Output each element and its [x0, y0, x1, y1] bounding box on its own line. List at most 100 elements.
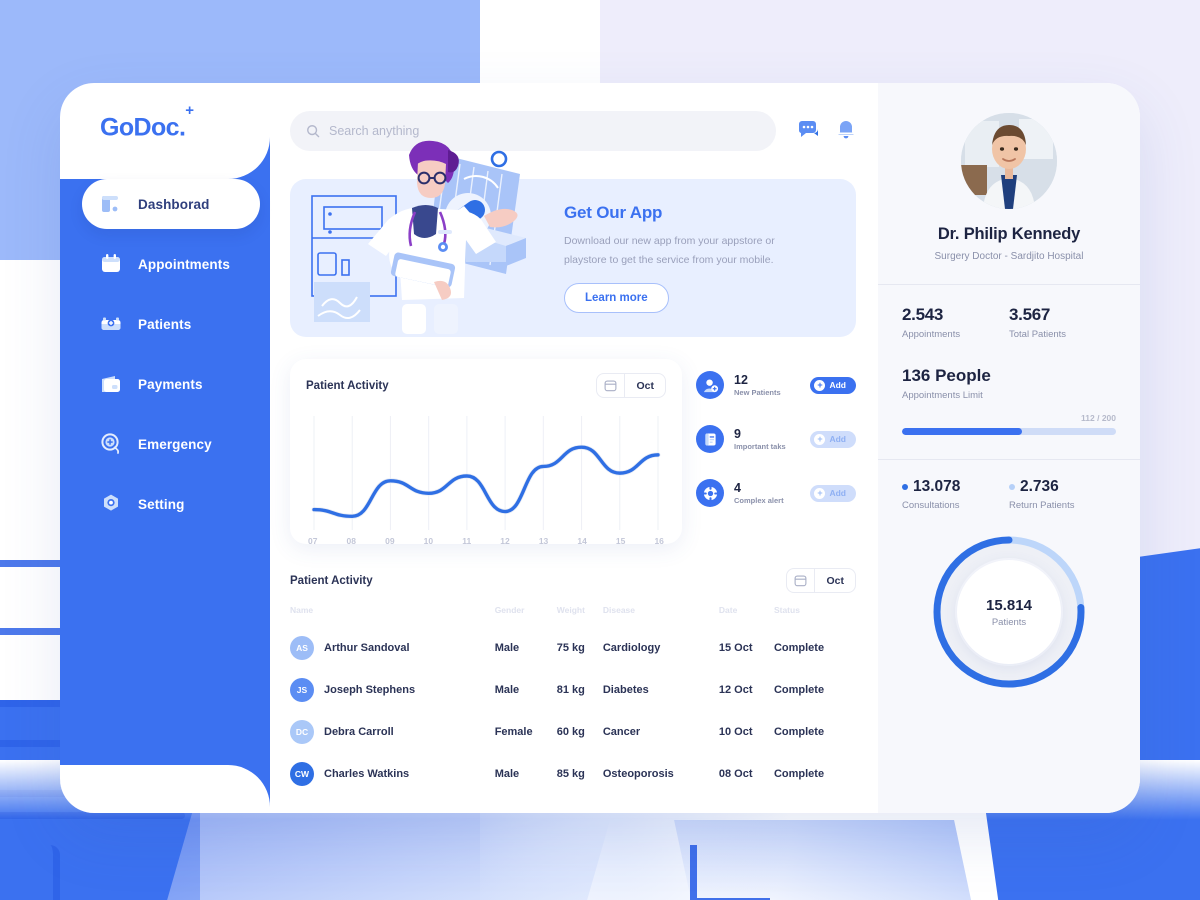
calendar-icon: [795, 575, 807, 587]
dot-stat-label: Return Patients: [1009, 500, 1075, 511]
quick-stat-label: Important taks: [734, 442, 786, 452]
stat-value: 3.567: [1009, 305, 1051, 324]
table-cell-status: Complete: [773, 768, 825, 780]
calendar-icon-button[interactable]: [787, 569, 816, 592]
patient-name-cell: JS Joseph Stephens: [290, 678, 495, 702]
sidebar-item-label: Setting: [138, 496, 185, 512]
add-task-button[interactable]: + Add: [810, 430, 856, 448]
limit-ratio: 112 / 200: [1081, 413, 1116, 423]
table-row[interactable]: CW Charles Watkins Male 85 kg Osteoporosis 08…: [290, 753, 856, 795]
learn-more-button[interactable]: Learn more: [564, 282, 669, 313]
plus-icon: +: [814, 433, 826, 445]
dot-stat-number: 2.736: [1020, 478, 1059, 495]
add-new-patient-button[interactable]: + Add: [810, 376, 856, 394]
divider: [878, 459, 1140, 460]
table-header-row: Name Gender Weight Disease Date Status: [290, 605, 856, 627]
logo-plus-icon: +: [185, 101, 194, 119]
plus-icon: +: [814, 487, 826, 499]
chat-icon[interactable]: [798, 121, 820, 141]
chart-x-tick: 08: [346, 536, 357, 546]
patients-icon: [101, 317, 121, 330]
table-head: Name Gender Weight Disease Date Status: [290, 605, 856, 627]
patient-name: Arthur Sandoval: [324, 642, 410, 654]
table-column-header: Weight: [556, 605, 585, 615]
sidebar-item-label: Dashborad: [138, 196, 210, 212]
patient-table: Name Gender Weight Disease Date Status AS Arth…: [290, 605, 856, 795]
dot-stat-label: Consultations: [902, 500, 960, 511]
table-month-label[interactable]: Oct: [815, 575, 855, 587]
quick-stat-complex-alert: 4 Complex alert + Add: [696, 479, 856, 507]
stat-label: Appointments: [902, 329, 961, 340]
logo-text: GoDoc.: [100, 113, 186, 142]
patient-avatar: DC: [290, 720, 314, 744]
sidebar-item-setting[interactable]: Setting: [82, 479, 270, 529]
sidebar-item-patients[interactable]: Patients: [82, 299, 270, 349]
table-cell-date: 08 Oct: [718, 768, 753, 780]
table-row[interactable]: DC Debra Carroll Female 60 kg Cancer 10 Oct Co…: [290, 711, 856, 753]
sidebar-item-label: Patients: [138, 316, 192, 332]
chart-card-header: Patient Activity Oct: [306, 373, 666, 398]
table-column-header: Name: [290, 605, 314, 615]
table-month-selector[interactable]: Oct: [786, 568, 856, 593]
add-alert-button[interactable]: + Add: [810, 484, 856, 502]
table-cell-gender: Male: [494, 642, 520, 654]
table-cell-disease: Cancer: [602, 726, 641, 738]
stat-total-patients: 3.567 Total Patients: [1009, 305, 1116, 340]
sidebar: Dashborad Appointments Patients Payments…: [60, 83, 270, 813]
plus-icon: +: [814, 379, 826, 391]
dashboard-window: Dashborad Appointments Patients Payments…: [60, 83, 1140, 813]
table-cell-weight: 85 kg: [556, 768, 585, 780]
doctor-role: Surgery Doctor - Sardjito Hospital: [934, 251, 1084, 262]
banner-title: Get Our App: [564, 203, 663, 223]
table-cell-status: Complete: [773, 642, 825, 654]
sidebar-item-dashboard[interactable]: Dashborad: [82, 179, 260, 229]
donut-value: 15.814: [986, 596, 1032, 614]
quick-stat-number: 4: [734, 480, 741, 495]
sidebar-item-payments[interactable]: Payments: [82, 359, 270, 409]
table-row[interactable]: JS Joseph Stephens Male 81 kg Diabetes 12 Oct…: [290, 669, 856, 711]
table-column-header: Gender: [494, 605, 525, 615]
quick-stats-list: 12 New Patients + Add 9 Important taks +…: [696, 359, 856, 544]
sidebar-item-emergency[interactable]: Emergency: [82, 419, 270, 469]
table-cell-date: 12 Oct: [718, 684, 753, 696]
doctor-profile: Dr. Philip Kennedy Surgery Doctor - Sard…: [902, 113, 1116, 262]
stat-appointments: 2.543 Appointments: [902, 305, 1009, 340]
chart-month-selector[interactable]: Oct: [596, 373, 666, 398]
table-row[interactable]: AS Arthur Sandoval Male 75 kg Cardiology 15 O…: [290, 627, 856, 669]
table-cell-status: Complete: [773, 726, 825, 738]
donut-center: 15.814 Patients: [957, 560, 1061, 664]
calendar-icon-button[interactable]: [597, 374, 626, 397]
sidebar-nav: Dashborad Appointments Patients Payments…: [60, 179, 270, 529]
calendar-icon: [605, 380, 617, 392]
table-cell-name: AS Arthur Sandoval: [290, 627, 495, 669]
chart-month-label[interactable]: Oct: [625, 380, 665, 392]
chart-row: Patient Activity Oct 07 08 09 10 11 12 1…: [290, 359, 856, 546]
chart-title: Patient Activity: [306, 379, 389, 392]
sidebar-item-appointments[interactable]: Appointments: [82, 239, 270, 289]
status-dot: [1009, 484, 1015, 490]
gear-icon: [104, 494, 118, 511]
appointments-limit: 136 People Appointments Limit 112 / 200: [902, 366, 1116, 435]
document-icon: [696, 425, 724, 453]
add-button-label: Add: [829, 488, 846, 498]
donut-label: Patients: [991, 616, 1027, 628]
avatar[interactable]: [961, 113, 1057, 209]
patient-name: Charles Watkins: [324, 768, 410, 780]
chart-x-tick: 15: [615, 536, 626, 546]
line-chart-svg: [311, 416, 661, 530]
emergency-icon: [101, 433, 120, 454]
chart-x-tick: 13: [538, 536, 549, 546]
table-cell-date: 10 Oct: [718, 726, 753, 738]
patient-avatar: JS: [290, 678, 314, 702]
bell-icon[interactable]: [836, 120, 856, 142]
patient-avatar: CW: [290, 762, 314, 786]
chart-x-tick: 10: [423, 536, 434, 546]
chart-x-tick: 09: [385, 536, 395, 546]
table-cell-weight: 75 kg: [556, 642, 585, 654]
quick-stat-new-patients: 12 New Patients + Add: [696, 371, 856, 399]
quick-stat-number: 12: [734, 372, 748, 387]
patient-avatar: AS: [290, 636, 314, 660]
table-body: AS Arthur Sandoval Male 75 kg Cardiology 15 O…: [290, 627, 856, 795]
table-column-header: Status: [773, 605, 800, 615]
quick-stat-label: New Patients: [734, 388, 781, 398]
